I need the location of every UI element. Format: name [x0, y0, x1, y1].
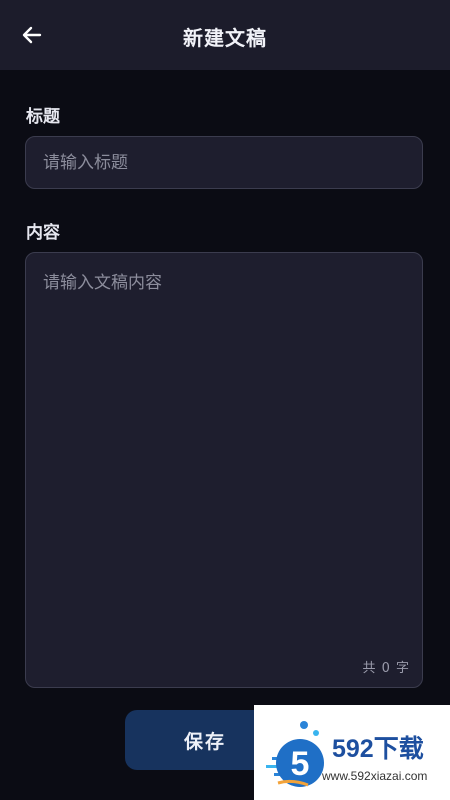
app-root: 新建文稿 标题 内容 共 0 字 保存 5 592下载 www.592xiaza…	[0, 0, 450, 800]
content-textarea[interactable]	[26, 253, 422, 687]
char-count: 共 0 字	[362, 661, 410, 676]
watermark-logo: 5	[266, 721, 324, 787]
page-title: 新建文稿	[183, 26, 267, 50]
watermark-url: www.592xiazai.com	[322, 769, 428, 783]
title-input[interactable]	[25, 136, 423, 189]
watermark: 5 592下载 www.592xiazai.com	[254, 705, 450, 800]
svg-text:5: 5	[291, 745, 310, 783]
top-bar: 新建文稿	[0, 0, 450, 70]
title-label: 标题	[26, 107, 60, 127]
watermark-brand: 592下载	[332, 735, 424, 763]
content-field: 共 0 字	[25, 252, 423, 688]
content-label: 内容	[26, 223, 60, 243]
save-button-label: 保存	[183, 730, 226, 753]
